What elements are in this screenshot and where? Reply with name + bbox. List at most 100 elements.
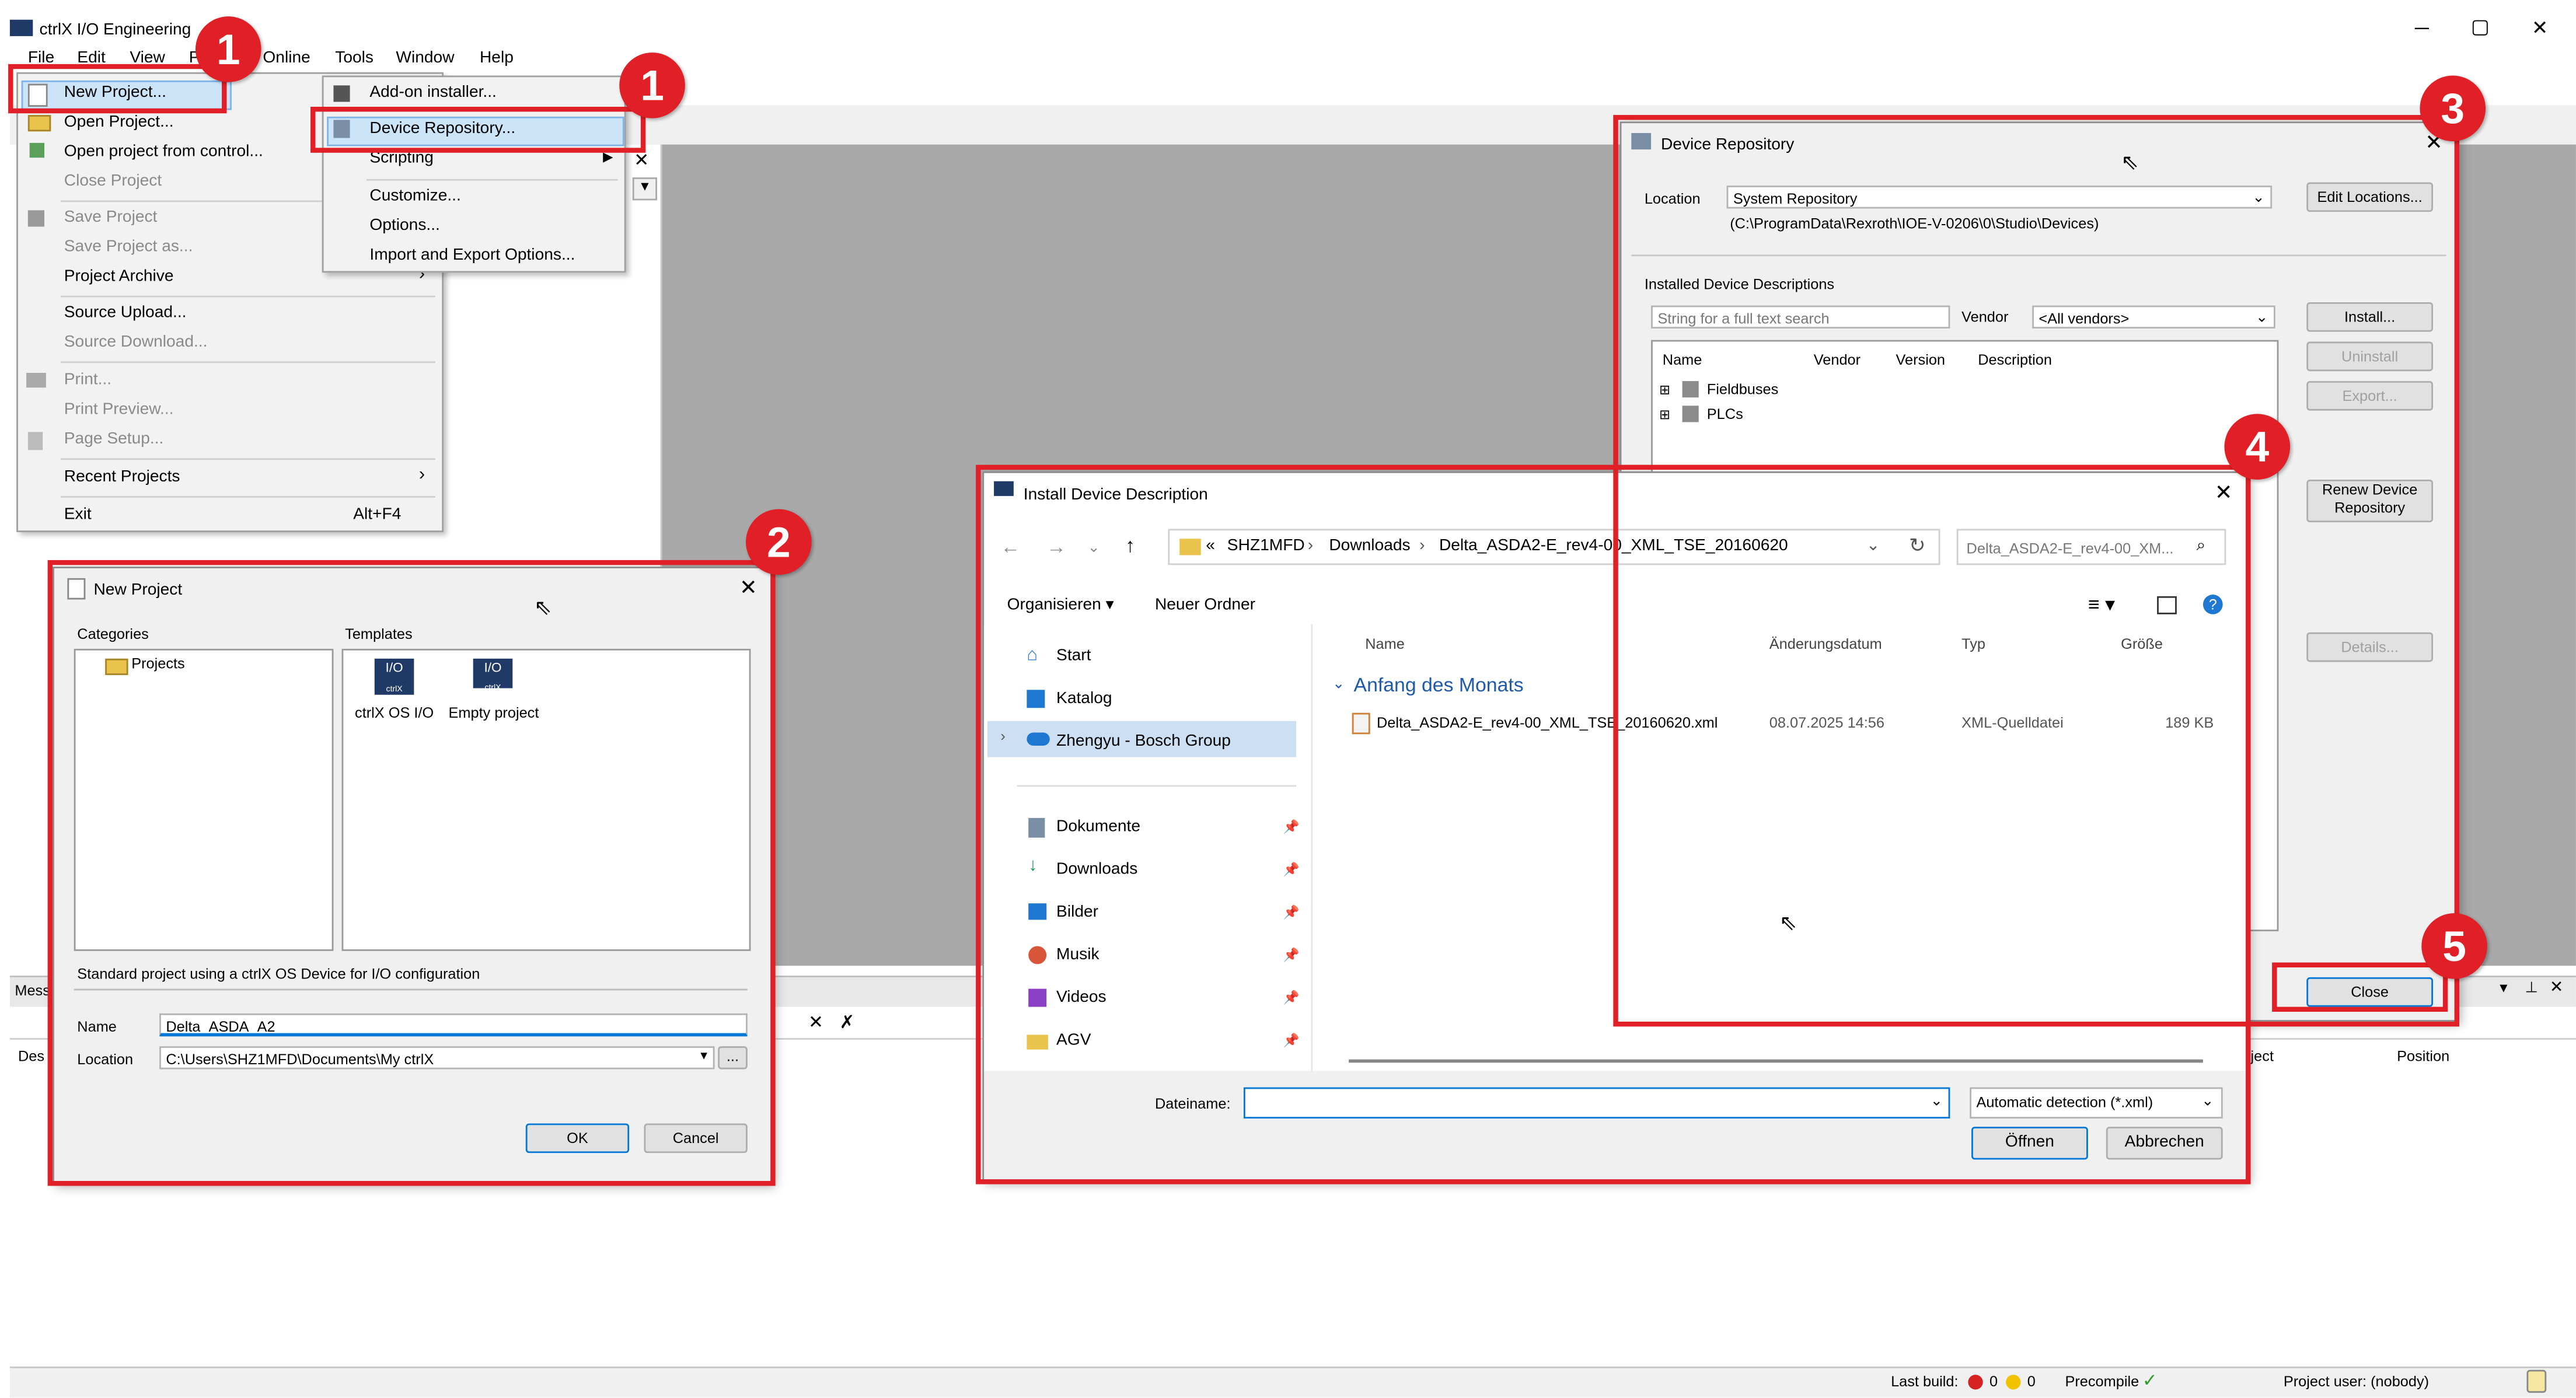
close-button[interactable]: ✕: [2532, 16, 2548, 39]
menu-item-import-export-options[interactable]: Import and Export Options...: [369, 246, 575, 264]
menu-item-save-project-as[interactable]: Save Project as...: [64, 238, 193, 256]
menu-tools[interactable]: Tools: [335, 49, 374, 67]
tree-item-fieldbuses[interactable]: Fieldbuses: [1707, 381, 1779, 397]
edit-locations-button[interactable]: Edit Locations...: [2306, 182, 2434, 212]
location-select[interactable]: System Repository: [1726, 186, 2273, 209]
tree-item-plcs[interactable]: PLCs: [1707, 406, 1743, 422]
nav-dokumente[interactable]: Dokumente: [1056, 818, 1140, 836]
menu-item-scripting[interactable]: Scripting: [369, 149, 434, 167]
uninstall-button[interactable]: Uninstall: [2306, 341, 2434, 372]
new-project-close-icon[interactable]: ✕: [739, 575, 758, 601]
renew-repository-button[interactable]: Renew Device Repository: [2306, 479, 2434, 523]
menu-item-open-from-control[interactable]: Open project from control...: [64, 143, 263, 161]
expand-icon[interactable]: ⊞: [1659, 383, 1670, 397]
category-projects[interactable]: Projects: [131, 655, 185, 672]
menu-item-save-project[interactable]: Save Project: [64, 209, 158, 227]
menu-item-addon-installer[interactable]: Add-on installer...: [369, 84, 497, 102]
menu-help[interactable]: Help: [480, 49, 514, 67]
vendor-select[interactable]: <All vendors>: [2032, 305, 2275, 328]
open-button[interactable]: Öffnen: [1971, 1127, 2088, 1160]
col-version[interactable]: Version: [1896, 351, 1946, 368]
nav-downloads[interactable]: Downloads: [1056, 861, 1137, 879]
menu-window[interactable]: Window: [396, 49, 454, 67]
chevron-down-icon[interactable]: ⌄: [1866, 536, 1880, 558]
maximize-button[interactable]: ▢: [2471, 15, 2490, 37]
name-input[interactable]: Delta_ASDA_A2: [159, 1013, 748, 1037]
browse-location-button[interactable]: ...: [718, 1046, 748, 1070]
ok-button[interactable]: OK: [525, 1123, 630, 1154]
menu-item-device-repository[interactable]: Device Repository...: [369, 120, 515, 138]
menu-item-close-project[interactable]: Close Project: [64, 173, 162, 191]
menu-item-print-preview[interactable]: Print Preview...: [64, 401, 174, 419]
chevron-down-icon[interactable]: ⌄: [1332, 675, 1345, 693]
col-name[interactable]: Name: [1663, 351, 1702, 368]
template-empty-project[interactable]: Empty project: [448, 705, 539, 721]
menu-item-page-setup[interactable]: Page Setup...: [64, 431, 164, 449]
chevron-down-icon[interactable]: ▼: [698, 1051, 710, 1063]
forward-icon[interactable]: →: [1046, 536, 1066, 558]
clear-all-icon[interactable]: ✗: [839, 1012, 854, 1033]
chevron-down-icon[interactable]: ⌄: [1931, 1092, 1943, 1110]
view-menu-icon[interactable]: ≡ ▾: [2088, 593, 2115, 616]
device-repository-close-button[interactable]: Close: [2306, 977, 2434, 1007]
menu-online[interactable]: Online: [263, 49, 310, 67]
location-input[interactable]: C:\Users\SHZ1MFD\Documents\My ctrlX: [159, 1046, 715, 1070]
col-vendor[interactable]: Vendor: [1814, 351, 1861, 368]
col-size[interactable]: Größe: [2121, 635, 2163, 652]
messages-pin-icon[interactable]: ⊥: [2525, 979, 2538, 997]
refresh-icon[interactable]: ↻: [1909, 534, 1925, 557]
details-button[interactable]: Details...: [2306, 632, 2434, 662]
clear-messages-icon[interactable]: ✕: [808, 1012, 823, 1033]
breadcrumb-folder[interactable]: Delta_ASDA2-E_rev4-00_XML_TSE_20160620: [1439, 536, 1788, 558]
template-ctrlx-os-io[interactable]: ctrlX OS I/O: [355, 705, 434, 721]
address-bar[interactable]: « SHZ1MFD › Downloads › Delta_ASDA2-E_re…: [1168, 529, 1940, 565]
menu-item-customize[interactable]: Customize...: [369, 187, 460, 205]
menu-item-open-project[interactable]: Open Project...: [64, 113, 174, 131]
messages-close-icon[interactable]: ✕: [2550, 979, 2564, 997]
minimize-button[interactable]: ─: [2415, 16, 2429, 39]
horizontal-scrollbar[interactable]: [1349, 1059, 2203, 1063]
file-name[interactable]: Delta_ASDA2-E_rev4-00_XML_TSE_20160620.x…: [1377, 715, 1718, 731]
nav-start[interactable]: Start: [1056, 647, 1091, 665]
templates-list[interactable]: I/O ctrlX ctrlX OS I/O I/O ctrlX Empty pro…: [341, 648, 751, 951]
organize-button[interactable]: Organisieren ▾: [1007, 596, 1114, 614]
breadcrumb-overflow[interactable]: «: [1206, 536, 1215, 558]
messages-dropdown-icon[interactable]: ▼: [2497, 981, 2510, 995]
menu-item-project-archive[interactable]: Project Archive: [64, 268, 174, 286]
breadcrumb-downloads[interactable]: Downloads: [1329, 536, 1410, 558]
export-button[interactable]: Export...: [2306, 381, 2434, 411]
categories-tree[interactable]: Projects: [74, 648, 334, 951]
search-folder-input[interactable]: Delta_ASDA2-E_rev4-00_XM...: [1956, 529, 2226, 565]
menu-view[interactable]: View: [130, 49, 165, 67]
back-icon[interactable]: ←: [1000, 536, 1020, 558]
nav-agv[interactable]: AGV: [1056, 1032, 1091, 1050]
breadcrumb-shz1mfd[interactable]: SHZ1MFD: [1227, 536, 1305, 558]
nav-videos[interactable]: Videos: [1056, 989, 1107, 1007]
full-text-search-input[interactable]: String for a full text search: [1651, 305, 1950, 328]
menu-item-new-project[interactable]: New Project...: [64, 84, 166, 102]
up-icon[interactable]: ↑: [1125, 534, 1135, 557]
preview-pane-icon[interactable]: [2157, 596, 2177, 614]
filename-input[interactable]: [1243, 1087, 1950, 1119]
menu-item-print[interactable]: Print...: [64, 371, 111, 389]
col-type[interactable]: Typ: [1961, 635, 1985, 652]
abbrechen-button[interactable]: Abbrechen: [2106, 1127, 2223, 1160]
menu-item-source-upload[interactable]: Source Upload...: [64, 304, 187, 322]
messages-tab[interactable]: Mess: [15, 982, 50, 998]
col-name[interactable]: Name: [1365, 635, 1405, 652]
menu-file[interactable]: File: [28, 49, 54, 67]
install-button[interactable]: Install...: [2306, 302, 2434, 332]
group-label[interactable]: Anfang des Monats: [1354, 673, 1524, 696]
menu-item-options[interactable]: Options...: [369, 217, 440, 235]
col-date[interactable]: Änderungsdatum: [1769, 635, 1882, 652]
col-description[interactable]: Description: [1978, 351, 2052, 368]
expand-icon[interactable]: ⊞: [1659, 407, 1670, 422]
file-type-filter[interactable]: Automatic detection (*.xml): [1970, 1087, 2223, 1119]
recent-locations-icon[interactable]: ⌄: [1088, 539, 1100, 557]
menu-edit[interactable]: Edit: [77, 49, 106, 67]
menu-item-source-download[interactable]: Source Download...: [64, 333, 208, 351]
panel-close-icon[interactable]: ✕: [629, 149, 654, 171]
new-folder-button[interactable]: Neuer Ordner: [1155, 596, 1255, 614]
help-icon[interactable]: ?: [2202, 595, 2223, 614]
install-dialog-close-icon[interactable]: ✕: [2215, 480, 2233, 506]
